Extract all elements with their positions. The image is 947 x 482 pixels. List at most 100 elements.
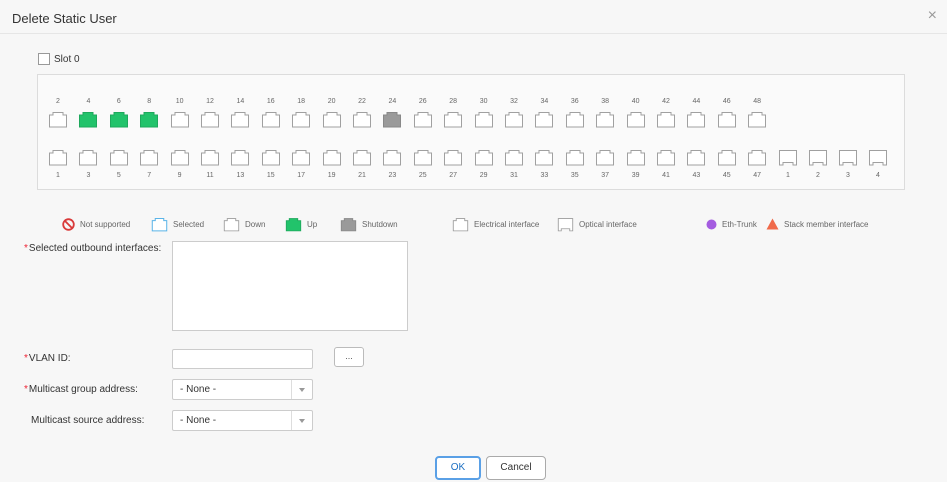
multicast-source-select[interactable]: - None - [172,410,313,431]
port-42[interactable] [656,111,676,128]
vlan-browse-button[interactable]: ... [334,347,364,367]
close-icon[interactable]: × [928,8,937,24]
port-number-label: 34 [540,98,549,105]
port-48[interactable] [747,111,767,128]
port-4[interactable] [78,111,98,128]
port-number-label: 1 [56,172,60,179]
port-31[interactable] [504,149,524,166]
vlan-label-text: VLAN ID: [28,353,71,364]
slot-selector[interactable]: Slot 0 [38,52,80,66]
chevron-down-icon[interactable] [291,411,312,430]
port-11[interactable] [200,149,220,166]
port-number-label: 7 [147,172,152,179]
cancel-button[interactable]: Cancel [486,456,546,480]
port-34[interactable] [534,111,554,128]
port-20[interactable] [322,111,342,128]
port-8[interactable] [139,111,159,128]
port-number-label: 33 [540,172,549,179]
port-40[interactable] [626,111,646,128]
optical-port-3[interactable] [838,149,858,166]
port-37[interactable] [595,149,615,166]
port-7[interactable] [139,149,159,166]
port-3[interactable] [78,149,98,166]
port-number-label: 14 [236,98,245,105]
port-17[interactable] [291,149,311,166]
legend-label: Not supported [80,219,131,229]
multicast-group-label: *Multicast group address: [24,384,138,395]
chevron-down-icon[interactable] [291,380,312,399]
legend-eth-trunk: Eth-Trunk [706,217,757,231]
port-47[interactable] [747,149,767,166]
port-43[interactable] [686,149,706,166]
port-39[interactable] [626,149,646,166]
port-number-label: 26 [418,98,427,105]
optical-port-4[interactable] [868,149,888,166]
port-16[interactable] [261,111,281,128]
port-1[interactable] [48,149,68,166]
port-32[interactable] [504,111,524,128]
port-number-label: 17 [297,172,306,179]
multicast-group-select[interactable]: - None - [172,379,313,400]
optical-port-2[interactable] [808,149,828,166]
port-number-label: 18 [297,98,306,105]
port-number-label: 41 [662,172,670,179]
port-number-label: 4 [876,172,880,179]
port-18[interactable] [291,111,311,128]
port-36[interactable] [565,111,585,128]
port-24 [382,111,402,128]
port-22[interactable] [352,111,372,128]
port-number-label: 6 [116,98,121,105]
port-6[interactable] [109,111,129,128]
port-number-label: 25 [418,172,427,179]
port-number-label: 19 [327,172,336,179]
port-45[interactable] [717,149,737,166]
port-down-icon [223,217,240,231]
port-26[interactable] [413,111,433,128]
port-number-label: 38 [601,98,610,105]
legend-stack: Stack member interface [766,217,868,231]
port-27[interactable] [443,149,463,166]
legend-label: Selected [173,219,205,229]
port-21[interactable] [352,149,372,166]
port-number-label: 47 [753,172,762,179]
port-selected-icon [151,217,168,231]
port-35[interactable] [565,149,585,166]
port-12[interactable] [200,111,220,128]
optical-port-1[interactable] [778,149,798,166]
port-number-label: 42 [662,98,670,105]
legend-not-supported: Not supported [62,217,130,231]
port-panel: 2 4 6 8 10 12 14 16 18 20 22 24 26 28 30 32 34 36 38 40 42 44… [37,74,905,190]
port-5[interactable] [109,149,129,166]
legend-label: Down [245,219,266,229]
port-number-label: 8 [147,98,152,105]
port-14[interactable] [230,111,250,128]
legend-label: Electrical interface [474,219,540,229]
port-9[interactable] [170,149,190,166]
legend-up: Up [285,217,317,231]
vlan-id-input[interactable] [172,349,313,369]
port-19[interactable] [322,149,342,166]
outbound-interfaces-list[interactable] [172,241,408,331]
port-2[interactable] [48,111,68,128]
port-28[interactable] [443,111,463,128]
required-mark: * [24,384,28,395]
port-13[interactable] [230,149,250,166]
slot-checkbox[interactable] [38,53,50,65]
port-30[interactable] [474,111,494,128]
port-15[interactable] [261,149,281,166]
port-shutdown-icon [340,217,357,231]
port-29[interactable] [474,149,494,166]
port-41[interactable] [656,149,676,166]
port-number-label: 5 [116,172,121,179]
port-25[interactable] [413,149,433,166]
port-44[interactable] [686,111,706,128]
ok-button[interactable]: OK [435,456,481,480]
port-46[interactable] [717,111,737,128]
port-number-label: 31 [510,172,518,179]
port-33[interactable] [534,149,554,166]
port-38[interactable] [595,111,615,128]
legend-label: Shutdown [362,219,398,229]
port-10[interactable] [170,111,190,128]
port-number-label: 22 [358,98,366,105]
port-23[interactable] [382,149,402,166]
